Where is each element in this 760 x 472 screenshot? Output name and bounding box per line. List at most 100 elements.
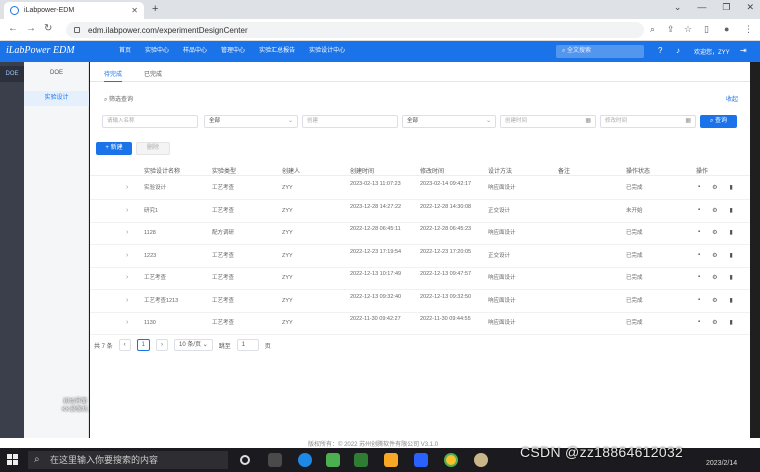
share-icon[interactable]: ⇪ <box>667 24 675 35</box>
side-panel-icon[interactable]: ▯ <box>704 24 709 35</box>
table-row[interactable]: › 工艺考查 工艺考查 ZYY 2022-12-13 10:17:49 2022-12-1… <box>90 268 750 290</box>
expand-row-icon[interactable]: › <box>126 207 128 214</box>
windows-start-icon[interactable] <box>7 454 18 465</box>
app-icon[interactable] <box>414 453 428 467</box>
tab-pending[interactable]: 待完成 <box>104 69 123 82</box>
delete-icon[interactable]: ▮ <box>730 319 733 326</box>
widgets-icon[interactable] <box>268 453 282 467</box>
browser-tab[interactable]: iLabpower-EDM ✕ <box>4 2 144 19</box>
settings-icon[interactable]: ⚙ <box>712 229 717 236</box>
new-button[interactable]: + 新建 <box>96 142 132 155</box>
submenu-item-experiment-design[interactable]: 实验设计 <box>24 91 89 106</box>
settings-icon[interactable]: ⚙ <box>712 184 717 191</box>
nav-home[interactable]: 首页 <box>112 41 138 62</box>
back-icon[interactable]: ← <box>8 23 18 34</box>
expand-row-icon[interactable]: › <box>126 319 128 326</box>
task-view-icon[interactable] <box>240 455 250 465</box>
edit-icon[interactable]: ▪ <box>698 297 700 304</box>
col-name[interactable]: 实验设计名称 <box>144 166 180 175</box>
delete-icon[interactable]: ▮ <box>730 207 733 214</box>
settings-icon[interactable]: ⚙ <box>712 297 717 304</box>
bookmark-star-icon[interactable]: ☆ <box>684 24 692 35</box>
col-creator[interactable]: 创建人 <box>282 166 300 175</box>
logout-icon[interactable]: ⇥ <box>740 46 747 55</box>
nav-experiment-center[interactable]: 实验中心 <box>138 41 176 62</box>
delete-icon[interactable]: ▮ <box>730 274 733 281</box>
new-tab-icon[interactable]: + <box>152 3 158 15</box>
prev-page-icon[interactable]: ‹ <box>118 339 131 351</box>
method-filter-select[interactable]: 全部 ⌄ <box>402 115 496 128</box>
table-row[interactable]: › 1223 工艺考查 ZYY 2022-12-23 17:19:54 2022-12-2… <box>90 246 750 268</box>
delete-icon[interactable]: ▮ <box>730 252 733 259</box>
url-field[interactable]: edm.ilabpower.com/experimentDesignCenter <box>66 22 644 38</box>
maximize-icon[interactable]: ❐ <box>722 2 730 13</box>
table-row[interactable]: › 1128 配方调研 ZYY 2022-12-28 06:45:11 2022-12-2… <box>90 223 750 245</box>
file-explorer-icon[interactable] <box>384 453 398 467</box>
page-number[interactable]: 1 <box>136 339 151 351</box>
expand-row-icon[interactable]: › <box>126 297 128 304</box>
app-icon[interactable] <box>354 453 368 467</box>
delete-icon[interactable]: ▮ <box>730 297 733 304</box>
expand-row-icon[interactable]: › <box>126 229 128 236</box>
notification-bell-icon[interactable]: ♪ <box>676 46 680 55</box>
settings-icon[interactable]: ⚙ <box>712 207 717 214</box>
edit-icon[interactable]: ▪ <box>698 184 700 191</box>
edge-browser-icon[interactable] <box>298 453 312 467</box>
table-row[interactable]: › 1130 工艺考查 ZYY 2022-11-30 09:42:27 2022-11-3… <box>90 313 750 335</box>
module-doe[interactable]: DOE <box>0 66 24 82</box>
edit-icon[interactable]: ▪ <box>698 274 700 281</box>
col-method[interactable]: 设计方法 <box>488 166 512 175</box>
type-filter-select[interactable]: 全部 ⌄ <box>204 115 298 128</box>
page-size-select[interactable]: 10 条/页 ⌄ <box>174 339 213 351</box>
delete-icon[interactable]: ▮ <box>730 184 733 191</box>
edit-icon[interactable]: ▪ <box>698 319 700 326</box>
nav-sample-center[interactable]: 样品中心 <box>176 41 214 62</box>
minimize-icon[interactable]: — <box>697 2 706 13</box>
delete-button[interactable]: 删除 <box>136 142 170 155</box>
name-filter-input[interactable]: 请输入名称 <box>102 115 198 128</box>
table-row[interactable]: › 研究1 工艺考查 ZYY 2023-12-28 14:27:22 2022-12-28… <box>90 201 750 223</box>
nav-management-center[interactable]: 管理中心 <box>214 41 252 62</box>
edit-icon[interactable]: ▪ <box>698 252 700 259</box>
reload-icon[interactable]: ↻ <box>44 23 52 34</box>
expand-row-icon[interactable]: › <box>126 252 128 259</box>
user-greeting[interactable]: 欢迎您，ZYY <box>694 47 730 56</box>
goto-page-input[interactable]: 1 <box>236 339 259 351</box>
zoom-icon[interactable]: ⌕ <box>650 24 655 35</box>
expand-row-icon[interactable]: › <box>126 274 128 281</box>
nav-summary-report[interactable]: 实验汇总报告 <box>252 41 302 62</box>
modify-time-filter[interactable]: 修改时间 ▦ <box>600 115 696 128</box>
close-tab-icon[interactable]: ✕ <box>131 6 138 15</box>
forward-icon[interactable]: → <box>26 23 36 34</box>
create-time-filter[interactable]: 创建时间 ▦ <box>500 115 596 128</box>
expand-row-icon[interactable]: › <box>126 184 128 191</box>
store-icon[interactable] <box>326 453 340 467</box>
chrome-browser-icon[interactable] <box>444 453 458 467</box>
chevron-down-icon[interactable]: ⌄ <box>674 2 682 13</box>
settings-icon[interactable]: ⚙ <box>712 319 717 326</box>
table-row[interactable]: › 实验设计 工艺考查 ZYY 2023-02-13 11:07:23 2023-02-1… <box>90 178 750 200</box>
col-type[interactable]: 实验类型 <box>212 166 236 175</box>
global-search-input[interactable]: ⌕ 全文搜索 <box>556 45 644 58</box>
app-logo[interactable]: iLabPower EDM <box>6 45 75 56</box>
help-icon[interactable]: ? <box>658 46 662 55</box>
delete-icon[interactable]: ▮ <box>730 229 733 236</box>
settings-icon[interactable]: ⚙ <box>712 274 717 281</box>
close-window-icon[interactable]: ✕ <box>746 2 754 13</box>
tab-completed[interactable]: 已完成 <box>144 69 162 78</box>
edit-icon[interactable]: ▪ <box>698 207 700 214</box>
edit-icon[interactable]: ▪ <box>698 229 700 236</box>
taskbar-search-input[interactable]: ⌕ 在这里输入你要搜索的内容 <box>28 451 228 469</box>
browser-menu-icon[interactable]: ⋮ <box>744 24 753 35</box>
col-status[interactable]: 操作状态 <box>626 166 650 175</box>
nav-design-center[interactable]: 实验设计中心 <box>302 41 352 62</box>
taskbar-date[interactable]: 2023/2/14 <box>706 460 737 467</box>
query-button[interactable]: ⌕ 查询 <box>700 115 737 128</box>
table-row[interactable]: › 工艺考查1213 工艺考查 ZYY 2022-12-13 09:32:40 2022-… <box>90 291 750 313</box>
next-page-icon[interactable]: › <box>156 339 169 351</box>
col-modified[interactable]: 修改时间 <box>420 166 444 175</box>
settings-icon[interactable]: ⚙ <box>712 252 717 259</box>
creator-filter-input[interactable]: 创建 <box>302 115 398 128</box>
profile-icon[interactable]: ● <box>724 24 729 34</box>
app-icon[interactable] <box>474 453 488 467</box>
